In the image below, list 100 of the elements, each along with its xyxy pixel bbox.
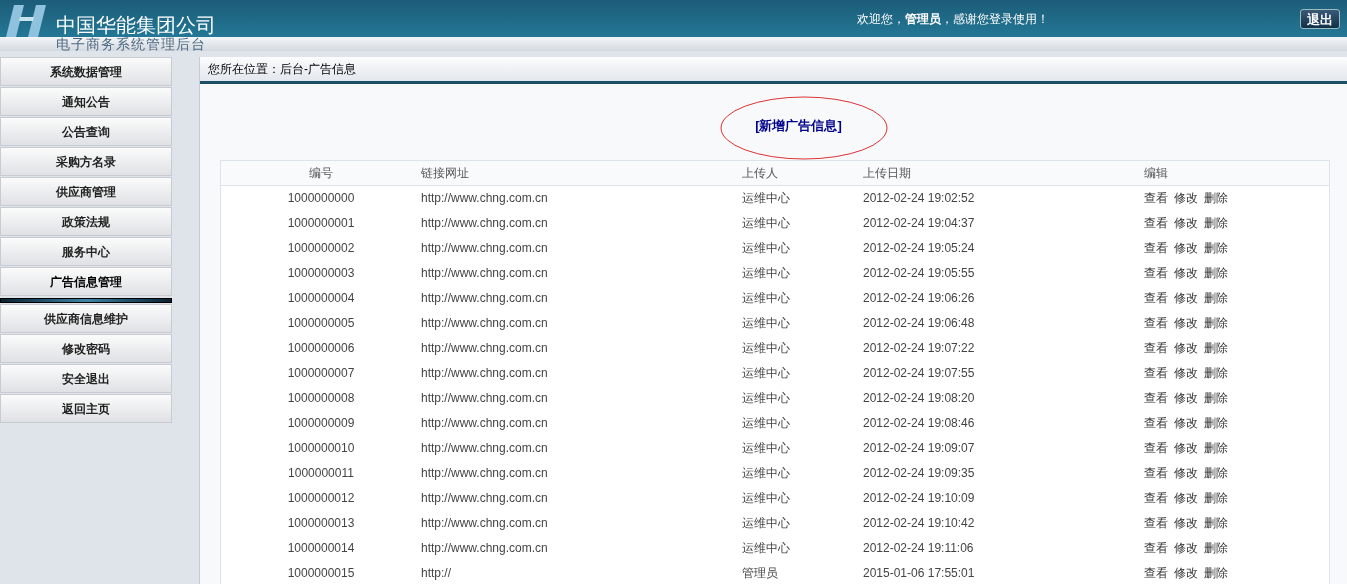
row-action-link[interactable]: 修改 xyxy=(1174,514,1198,532)
table-cell-text: http://www.chng.com.cn xyxy=(421,240,549,257)
row-action-link[interactable]: 删除 xyxy=(1204,414,1228,432)
table-cell-text: 运维中心 xyxy=(742,215,791,232)
table-cell-text: http://www.chng.com.cn xyxy=(421,390,549,407)
column-header: 编号 xyxy=(309,164,333,182)
column-header: 上传日期 xyxy=(863,164,912,182)
row-action-link[interactable]: 查看 xyxy=(1144,414,1168,432)
row-action-link[interactable]: 删除 xyxy=(1204,489,1228,507)
table-cell-text: 1000000015 xyxy=(287,565,355,582)
table-cell-text: 2012-02-24 19:06:26 xyxy=(863,290,976,307)
row-action-link[interactable]: 查看 xyxy=(1144,264,1168,282)
table-cell-text: http://www.chng.com.cn xyxy=(421,490,549,507)
sidebar-item[interactable]: 修改密码 xyxy=(0,334,172,363)
row-action-link[interactable]: 查看 xyxy=(1144,189,1168,207)
row-action-link[interactable]: 修改 xyxy=(1174,339,1198,357)
row-action-link[interactable]: 查看 xyxy=(1144,289,1168,307)
table-cell-text: 1000000013 xyxy=(287,515,355,532)
row-action-link[interactable]: 查看 xyxy=(1144,514,1168,532)
row-action-link[interactable]: 修改 xyxy=(1174,389,1198,407)
system-subtitle: 电子商务系统管理后台 xyxy=(56,37,206,51)
row-action-link[interactable]: 修改 xyxy=(1174,539,1198,557)
row-action-link[interactable]: 查看 xyxy=(1144,389,1168,407)
table-cell-text: 1000000001 xyxy=(287,215,355,232)
table-cell-text: http:// xyxy=(421,565,453,582)
sidebar-item[interactable]: 供应商管理 xyxy=(0,177,172,206)
table-cell-text: http://www.chng.com.cn xyxy=(421,315,549,332)
row-action-link[interactable]: 查看 xyxy=(1144,539,1168,557)
row-action-link[interactable]: 修改 xyxy=(1174,464,1198,482)
table-cell-text: 2012-02-24 19:05:24 xyxy=(863,240,976,257)
row-action-link[interactable]: 删除 xyxy=(1204,364,1228,382)
row-action-link[interactable]: 删除 xyxy=(1204,514,1228,532)
sidebar-item[interactable]: 公告查询 xyxy=(0,117,172,146)
sidebar-item[interactable]: 政策法规 xyxy=(0,207,172,236)
column-header: 编辑 xyxy=(1144,164,1169,182)
row-action-link[interactable]: 修改 xyxy=(1174,239,1198,257)
sidebar-item[interactable]: 安全退出 xyxy=(0,364,172,393)
sidebar-item[interactable]: 采购方名录 xyxy=(0,147,172,176)
sidebar-item[interactable]: 返回主页 xyxy=(0,394,172,423)
table-cell-text: 1000000007 xyxy=(287,365,355,382)
table-cell-text: http://www.chng.com.cn xyxy=(421,215,549,232)
row-action-link[interactable]: 修改 xyxy=(1174,439,1198,457)
table-cell-text: 运维中心 xyxy=(742,240,791,257)
row-action-link[interactable]: 删除 xyxy=(1204,564,1228,582)
row-action-link[interactable]: 修改 xyxy=(1174,414,1198,432)
sidebar-item[interactable]: 服务中心 xyxy=(0,237,172,266)
row-action-link[interactable]: 查看 xyxy=(1144,239,1168,257)
row-action-link[interactable]: 删除 xyxy=(1204,214,1228,232)
table-cell-text: 2012-02-24 19:04:37 xyxy=(863,215,976,232)
sidebar-item[interactable]: 系统数据管理 xyxy=(0,57,172,86)
row-action-link[interactable]: 删除 xyxy=(1204,539,1228,557)
table-cell-text: 运维中心 xyxy=(742,340,791,357)
company-name: 中国华能集团公司 xyxy=(56,14,217,35)
row-action-link[interactable]: 修改 xyxy=(1174,214,1198,232)
row-action-link[interactable]: 删除 xyxy=(1204,239,1228,257)
row-action-link[interactable]: 修改 xyxy=(1174,289,1198,307)
row-action-link[interactable]: 修改 xyxy=(1174,564,1198,582)
table-cell-text: 运维中心 xyxy=(742,365,791,382)
table-cell-text: 2012-02-24 19:10:42 xyxy=(863,515,976,532)
row-action-link[interactable]: 查看 xyxy=(1144,439,1168,457)
row-action-link[interactable]: 修改 xyxy=(1174,489,1198,507)
row-action-link[interactable]: 查看 xyxy=(1144,314,1168,332)
row-action-link[interactable]: 修改 xyxy=(1174,264,1198,282)
row-action-link[interactable]: 删除 xyxy=(1204,339,1228,357)
column-header: 上传人 xyxy=(742,164,779,182)
table-cell-text: http://www.chng.com.cn xyxy=(421,440,549,457)
row-action-link[interactable]: 查看 xyxy=(1144,339,1168,357)
sidebar-item[interactable]: 供应商信息维护 xyxy=(0,304,172,333)
row-action-link[interactable]: 删除 xyxy=(1204,264,1228,282)
table-cell-text: 1000000011 xyxy=(288,465,354,482)
row-action-link[interactable]: 删除 xyxy=(1204,389,1228,407)
add-ad-link[interactable]: [新增广告信息] xyxy=(755,118,842,133)
table-cell-text: 运维中心 xyxy=(742,190,791,207)
row-action-link[interactable]: 删除 xyxy=(1204,189,1228,207)
row-action-link[interactable]: 查看 xyxy=(1144,214,1168,232)
row-action-link[interactable]: 修改 xyxy=(1174,189,1198,207)
sidebar-item[interactable]: 广告信息管理 xyxy=(0,267,172,296)
row-action-link[interactable]: 查看 xyxy=(1144,364,1168,382)
table-cell-text: 2012-02-24 19:11:06 xyxy=(863,540,975,557)
logout-button[interactable]: 退出 xyxy=(1300,8,1340,29)
row-action-link[interactable]: 删除 xyxy=(1204,439,1228,457)
table-cell-text: 2015-01-06 17:55:01 xyxy=(863,565,976,582)
table-cell-text: 运维中心 xyxy=(742,265,791,282)
sidebar-item[interactable]: 通知公告 xyxy=(0,87,172,116)
table-cell-text: http://www.chng.com.cn xyxy=(421,540,549,557)
column-header: 链接网址 xyxy=(421,164,470,182)
table-cell-text: 2012-02-24 19:07:22 xyxy=(863,340,976,357)
row-action-link[interactable]: 修改 xyxy=(1174,314,1198,332)
row-action-link[interactable]: 查看 xyxy=(1144,489,1168,507)
table-cell-text: 运维中心 xyxy=(742,515,791,532)
table-cell-text: http://www.chng.com.cn xyxy=(421,290,549,307)
table-cell-text: 管理员 xyxy=(742,565,779,582)
row-action-link[interactable]: 修改 xyxy=(1174,364,1198,382)
table-cell-text: 运维中心 xyxy=(742,440,791,457)
row-action-link[interactable]: 查看 xyxy=(1144,464,1168,482)
row-action-link[interactable]: 查看 xyxy=(1144,564,1168,582)
row-action-link[interactable]: 删除 xyxy=(1204,289,1228,307)
row-action-link[interactable]: 删除 xyxy=(1204,464,1228,482)
row-action-link[interactable]: 删除 xyxy=(1204,314,1228,332)
table-cell-text: 2012-02-24 19:07:55 xyxy=(863,365,976,382)
